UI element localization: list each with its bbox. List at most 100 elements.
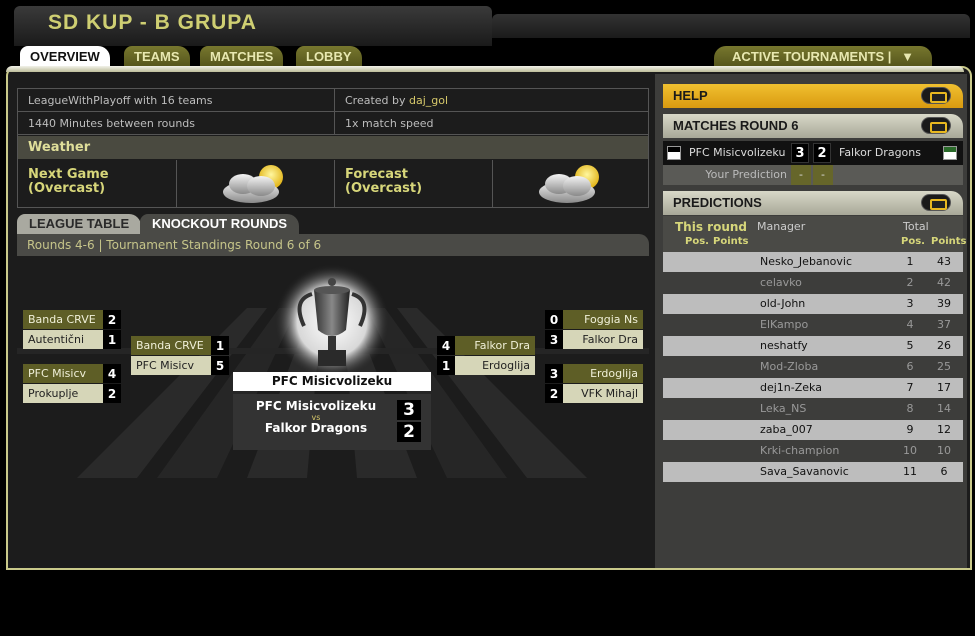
table-row[interactable]: ElKampo 4 37 — [663, 315, 963, 335]
manager-name[interactable]: zaba_007 — [760, 420, 813, 440]
total-position: 11 — [903, 465, 917, 478]
collapse-toggle-icon[interactable] — [921, 194, 951, 211]
manager-name[interactable]: neshatfy — [760, 336, 808, 356]
created-by-label: Created by — [345, 94, 406, 107]
manager-name[interactable]: Sava_Savanovic — [760, 462, 849, 482]
total-points: 39 — [937, 297, 951, 310]
total-points: 17 — [937, 381, 951, 394]
manager-name[interactable]: Leka_NS — [760, 399, 806, 419]
collapse-toggle-icon[interactable] — [921, 117, 951, 134]
overcast-weather-icon — [223, 165, 283, 203]
table-row[interactable]: celavko 2 42 — [663, 273, 963, 293]
table-row[interactable]: zaba_007 9 12 — [663, 420, 963, 440]
help-section-header[interactable]: HELP — [663, 84, 963, 108]
total-points: 37 — [937, 318, 951, 331]
info-row: LeagueWithPlayoff with 16 teams Created … — [18, 89, 648, 112]
bracket-match[interactable]: Banda CRVE 1 PFC Misicv 5 — [131, 336, 229, 376]
tab-teams[interactable]: TEAMS — [124, 46, 190, 67]
chevron-down-icon: ▼ — [901, 49, 914, 64]
table-row[interactable]: Leka_NS 8 14 — [663, 399, 963, 419]
matches-round-header[interactable]: MATCHES ROUND 6 — [663, 114, 963, 138]
final-away-team: Falkor Dragons — [264, 421, 368, 435]
final-home-score: 3 — [397, 400, 421, 420]
next-game-weather-icon-cell — [176, 160, 334, 208]
prediction-home-input[interactable]: - — [791, 165, 811, 185]
total-position: 9 — [906, 423, 914, 436]
author-link[interactable]: daj_gol — [409, 94, 448, 107]
bracket-match[interactable]: Banda CRVE 2 Autentični 1 — [23, 310, 121, 350]
created-by: Created by daj_gol — [334, 89, 648, 112]
round-interval: 1440 Minutes between rounds — [28, 117, 196, 130]
total-points: 42 — [937, 276, 951, 289]
table-row[interactable]: Sava_Savanovic 11 6 — [663, 462, 963, 482]
forecast-weather: Forecast (Overcast) — [334, 160, 492, 208]
this-round-pos-header: Pos. — [685, 236, 709, 247]
predictions-header[interactable]: PREDICTIONS — [663, 191, 963, 215]
league-type: LeagueWithPlayoff with 16 teams — [28, 94, 213, 107]
forecast-value: (Overcast) — [345, 181, 423, 196]
tab-matches[interactable]: MATCHES — [200, 46, 284, 67]
bracket-match[interactable]: PFC Misicv 4 Prokuplje 2 — [23, 364, 121, 404]
tab-league-table[interactable]: LEAGUE TABLE — [17, 214, 142, 234]
table-row[interactable]: Krki-champion 10 10 — [663, 441, 963, 461]
match-speed: 1x match speed — [334, 112, 648, 135]
team-name: Prokuplje — [23, 384, 103, 403]
team-score: 4 — [103, 364, 121, 383]
team-name: Erdoglija — [455, 356, 535, 375]
manager-name[interactable]: Nesko_Jebanovic — [760, 252, 852, 272]
total-points-header: Points — [931, 236, 967, 247]
final-away-score: 2 — [397, 422, 421, 442]
overcast-weather-icon — [539, 165, 599, 203]
team-score: 2 — [103, 384, 121, 403]
next-game-label: Next Game — [28, 167, 109, 182]
manager-name[interactable]: old-John — [760, 294, 805, 314]
trophy-icon — [274, 264, 390, 380]
bracket-match[interactable]: 3 Erdoglija 2 VFK Mihajl — [545, 364, 643, 404]
team-name: Banda CRVE — [23, 310, 103, 329]
predictions-table-header: This round Pos. Points Manager Total Pos… — [663, 216, 967, 252]
away-team-score: 2 — [813, 143, 831, 163]
round-match-row[interactable]: PFC Misicvolizeku 3 2 Falkor Dragons — [663, 141, 963, 165]
table-row[interactable]: dej1n-Zeka 7 17 — [663, 378, 963, 398]
total-points: 12 — [937, 423, 951, 436]
total-position: 1 — [906, 255, 914, 268]
manager-name[interactable]: celavko — [760, 273, 802, 293]
table-row[interactable]: Nesko_Jebanovic 1 43 — [663, 252, 963, 272]
home-team-name: PFC Misicvolizeku — [689, 146, 786, 159]
team-score: 5 — [211, 356, 229, 375]
table-row[interactable]: neshatfy 5 26 — [663, 336, 963, 356]
team-name: Banda CRVE — [131, 336, 211, 355]
prediction-away-input[interactable]: - — [813, 165, 833, 185]
team-score: 1 — [437, 356, 455, 375]
team-name: PFC Misicv — [131, 356, 211, 375]
team-flag-icon — [667, 146, 681, 160]
table-row[interactable]: Mod-Zloba 6 25 — [663, 357, 963, 377]
manager-name[interactable]: ElKampo — [760, 315, 808, 335]
collapse-toggle-icon[interactable] — [921, 87, 951, 104]
tab-overview[interactable]: OVERVIEW — [20, 46, 110, 68]
total-points: 26 — [937, 339, 951, 352]
total-position: 8 — [906, 402, 914, 415]
team-score: 3 — [545, 364, 563, 383]
team-name: Falkor Dra — [563, 330, 643, 349]
table-row[interactable]: old-John 3 39 — [663, 294, 963, 314]
total-position: 3 — [906, 297, 914, 310]
total-points: 6 — [940, 465, 948, 478]
this-round-header: This round — [675, 220, 747, 234]
bracket-match[interactable]: 4 Falkor Dra 1 Erdoglija — [437, 336, 535, 376]
active-tournaments-dropdown[interactable]: ACTIVE TOURNAMENTS | ▼ — [714, 46, 932, 67]
total-position: 4 — [906, 318, 914, 331]
bracket-match[interactable]: 0 Foggia Ns 3 Falkor Dra — [545, 310, 643, 350]
manager-name[interactable]: dej1n-Zeka — [760, 378, 822, 398]
total-position: 2 — [906, 276, 914, 289]
knockout-bracket: Banda CRVE 2 Autentični 1 PFC Misicv 4 P… — [17, 258, 649, 558]
final-match[interactable]: PFC Misicvolizeku vs Falkor Dragons 3 2 — [233, 394, 431, 450]
manager-name[interactable]: Mod-Zloba — [760, 357, 818, 377]
tab-lobby[interactable]: LOBBY — [296, 46, 362, 67]
tab-knockout-rounds[interactable]: KNOCKOUT ROUNDS — [140, 214, 300, 234]
header-bar-right — [492, 14, 970, 38]
manager-name[interactable]: Krki-champion — [760, 441, 839, 461]
predictions-title: PREDICTIONS — [673, 195, 762, 210]
team-flag-icon — [943, 146, 957, 160]
team-name: Erdoglija — [563, 364, 643, 383]
